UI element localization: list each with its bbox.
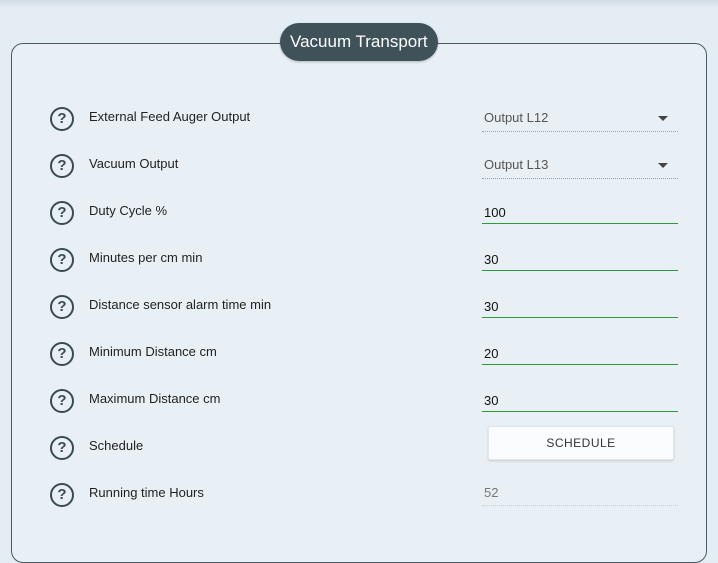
distance-sensor-alarm-time-input[interactable]	[482, 295, 678, 318]
help-icon[interactable]: ?	[50, 154, 74, 178]
caret-down-icon	[658, 116, 668, 121]
field-label: Vacuum Output	[89, 156, 179, 171]
duty-cycle-input[interactable]	[482, 201, 678, 224]
schedule-button[interactable]: SCHEDULE	[488, 426, 674, 460]
external-feed-auger-output-select[interactable]: Output L12	[482, 109, 678, 132]
help-icon[interactable]: ?	[50, 248, 74, 272]
row-minimum-distance: ? Minimum Distance cm	[0, 336, 718, 372]
field-label: Running time Hours	[89, 485, 204, 500]
field-label: Maximum Distance cm	[89, 391, 221, 406]
field-label: Distance sensor alarm time min	[89, 297, 272, 312]
help-icon[interactable]: ?	[50, 483, 74, 507]
maximum-distance-input[interactable]	[482, 389, 678, 412]
row-distance-sensor-alarm-time: ? Distance sensor alarm time min	[0, 289, 718, 325]
help-icon[interactable]: ?	[50, 436, 74, 460]
field-label: Schedule	[89, 438, 144, 453]
row-maximum-distance: ? Maximum Distance cm	[0, 383, 718, 419]
top-bar	[0, 0, 718, 8]
vacuum-output-select[interactable]: Output L13	[482, 156, 678, 179]
field-label: Duty Cycle %	[89, 203, 168, 218]
row-minutes-per-cm: ? Minutes per cm min	[0, 242, 718, 278]
minimum-distance-input[interactable]	[482, 342, 678, 365]
caret-down-icon	[658, 163, 668, 168]
select-value: Output L12	[484, 110, 549, 125]
row-schedule: ? Schedule SCHEDULE	[0, 426, 718, 466]
panel-title: Vacuum Transport	[280, 23, 438, 61]
row-vacuum-output: ? Vacuum Output Output L13	[0, 148, 718, 184]
minutes-per-cm-input[interactable]	[482, 248, 678, 271]
help-icon[interactable]: ?	[50, 295, 74, 319]
row-duty-cycle: ? Duty Cycle %	[0, 195, 718, 231]
row-external-feed-auger-output: ? External Feed Auger Output Output L12	[0, 101, 718, 137]
help-icon[interactable]: ?	[50, 201, 74, 225]
help-icon[interactable]: ?	[50, 389, 74, 413]
field-label: External Feed Auger Output	[89, 109, 251, 124]
row-running-time-hours: ? Running time Hours 52	[0, 477, 718, 513]
running-time-hours-value: 52	[482, 485, 678, 506]
field-label: Minutes per cm min	[89, 250, 203, 265]
field-label: Minimum Distance cm	[89, 344, 217, 359]
help-icon[interactable]: ?	[50, 342, 74, 366]
select-value: Output L13	[484, 157, 549, 172]
help-icon[interactable]: ?	[50, 107, 74, 131]
